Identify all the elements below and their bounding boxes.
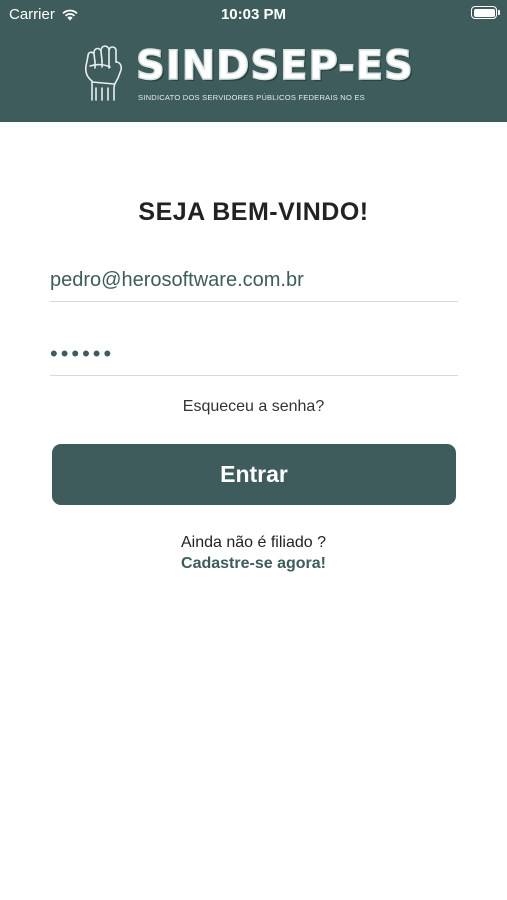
password-input[interactable] xyxy=(50,336,458,372)
app-header: Carrier 10:03 PM SINDSEP-ES SINDICATO DO… xyxy=(0,0,507,122)
raised-fist-icon xyxy=(85,45,123,101)
logo-subtitle: SINDICATO DOS SERVIDORES PÚBLICOS FEDERA… xyxy=(138,93,365,102)
email-field xyxy=(50,262,458,302)
sindsep-logo: SINDSEP-ES SINDICATO DOS SERVIDORES PÚBL… xyxy=(80,42,430,106)
login-screen: Carrier 10:03 PM SINDSEP-ES SINDICATO DO… xyxy=(0,0,507,900)
status-bar: Carrier 10:03 PM xyxy=(0,0,507,28)
battery-icon xyxy=(471,6,500,19)
battery-level xyxy=(473,8,495,17)
forgot-password-link[interactable]: Esqueceu a senha? xyxy=(0,398,507,416)
welcome-heading: SEJA BEM-VINDO! xyxy=(138,198,369,226)
not-member-prompt: Ainda não é filiado ? xyxy=(181,534,326,551)
signup-link[interactable]: Cadastre-se agora! xyxy=(0,555,507,573)
password-field xyxy=(50,336,458,376)
logo-title: SINDSEP-ES xyxy=(135,43,414,89)
login-button[interactable]: Entrar xyxy=(52,444,456,505)
email-input[interactable] xyxy=(50,262,458,298)
status-time: 10:03 PM xyxy=(220,6,287,23)
